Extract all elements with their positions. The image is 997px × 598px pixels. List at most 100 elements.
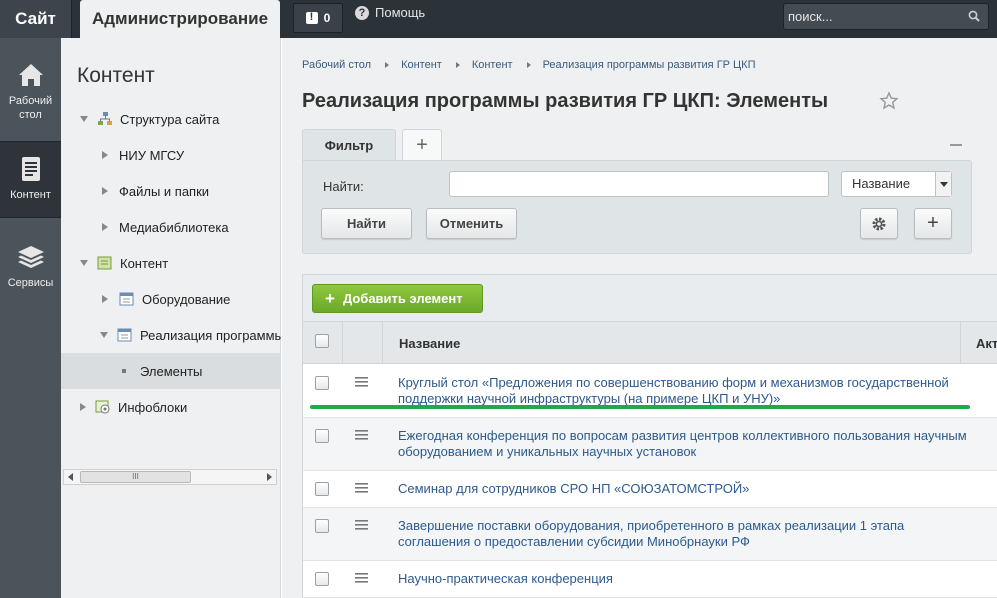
find-button[interactable]: Найти <box>321 208 412 239</box>
element-link[interactable]: Завершение поставки оборудования, приобр… <box>398 518 978 550</box>
find-input[interactable] <box>449 171 829 197</box>
table-row: Завершение поставки оборудования, приобр… <box>303 508 997 561</box>
breadcrumb-item-desktop[interactable]: Рабочий стол <box>302 59 371 71</box>
add-filter-tab-button[interactable]: + <box>402 129 442 160</box>
row-menu-icon[interactable] <box>355 573 368 583</box>
rail-item-services[interactable]: Сервисы <box>0 242 61 290</box>
scroll-left-icon[interactable] <box>68 473 73 481</box>
tree-item-media-library[interactable]: Медиабиблиотека <box>61 209 281 245</box>
element-link[interactable]: Научно-практическая конференция <box>398 571 978 587</box>
element-link[interactable]: Ежегодная конференция по вопросам развит… <box>398 428 978 460</box>
top-bar: Сайт Администрирование 0 ? Помощь <box>0 0 997 38</box>
star-icon[interactable] <box>879 91 899 111</box>
layers-icon <box>17 246 44 268</box>
notifications-button[interactable]: 0 <box>293 3 343 33</box>
sidebar: Контент Структура сайта НИУ МГСУ Файлы и… <box>61 38 281 598</box>
breadcrumb-separator-icon <box>385 62 390 68</box>
tree-label: Контент <box>120 255 169 271</box>
tree-item-program[interactable]: Реализация программы <box>61 317 281 353</box>
breadcrumb-item-content[interactable]: Контент <box>401 59 442 71</box>
row-checkbox[interactable] <box>315 572 329 586</box>
chevron-down-icon[interactable] <box>935 172 951 196</box>
collapse-arrow-icon[interactable] <box>102 151 108 159</box>
rail-label-content: Контент <box>10 189 51 201</box>
tree-item-infoblocks[interactable]: Инфоблоки <box>61 389 281 425</box>
expand-arrow-icon[interactable] <box>100 332 108 338</box>
element-link[interactable]: Круглый стол «Предложения по совершенств… <box>398 375 978 407</box>
row-menu-icon[interactable] <box>355 430 368 440</box>
filter-settings-button[interactable] <box>860 208 898 239</box>
search-input[interactable] <box>788 7 958 26</box>
page-title: Реализация программы развития ГР ЦКП: Эл… <box>302 90 829 112</box>
column-header-name[interactable]: Название <box>399 336 460 351</box>
structure-icon <box>98 112 112 125</box>
search-box <box>783 3 989 30</box>
collapse-arrow-icon[interactable] <box>102 223 108 231</box>
tree-label: Медиабиблиотека <box>119 219 229 235</box>
breadcrumb-separator-icon <box>455 62 460 68</box>
row-checkbox[interactable] <box>315 482 329 496</box>
rail-label-desktop-2: стол <box>19 109 42 121</box>
gear-icon <box>872 217 886 230</box>
add-element-button[interactable]: + Добавить элемент <box>312 284 483 313</box>
row-checkbox[interactable] <box>315 376 329 390</box>
field-select[interactable]: Название <box>841 171 952 197</box>
scrollbar-thumb[interactable]: III <box>80 471 191 483</box>
collapse-arrow-icon[interactable] <box>102 187 108 195</box>
search-icon[interactable] <box>968 10 980 22</box>
tree-label: Оборудование <box>142 291 231 307</box>
help-label: Помощь <box>375 5 426 20</box>
row-menu-icon[interactable] <box>355 483 368 493</box>
collapse-arrow-icon[interactable] <box>102 295 108 303</box>
row-menu-icon[interactable] <box>355 520 368 530</box>
home-icon <box>18 64 43 86</box>
rail-item-desktop[interactable]: Рабочий стол <box>0 60 61 122</box>
add-filter-button[interactable]: + <box>914 208 952 239</box>
tree-item-files[interactable]: Файлы и папки <box>61 173 281 209</box>
minimize-filter-icon[interactable] <box>950 144 962 146</box>
sidebar-scrollbar[interactable]: III <box>63 469 277 485</box>
tab-site[interactable]: Сайт <box>0 0 72 38</box>
tab-administration[interactable]: Администрирование <box>80 0 280 38</box>
breadcrumb-item-content-2[interactable]: Контент <box>472 59 513 71</box>
main-content: Рабочий стол Контент Контент Реализация … <box>282 38 997 598</box>
expand-arrow-icon[interactable] <box>80 260 88 266</box>
column-divider <box>960 322 961 364</box>
row-menu-icon[interactable] <box>355 377 368 387</box>
tree-item-elements[interactable]: Элементы <box>61 353 281 389</box>
tree-item-equipment[interactable]: Оборудование <box>61 281 281 317</box>
help-link[interactable]: ? Помощь <box>355 5 425 20</box>
tree-item-site-structure[interactable]: Структура сайта <box>61 101 281 137</box>
row-checkbox[interactable] <box>315 429 329 443</box>
document-icon <box>21 157 40 181</box>
breadcrumb-item-program[interactable]: Реализация программы развития ГР ЦКП <box>543 59 756 71</box>
collapse-arrow-icon[interactable] <box>80 403 86 411</box>
rail-label-services: Сервисы <box>7 277 54 289</box>
tab-filter[interactable]: Фильтр <box>302 129 396 161</box>
highlight-underline <box>310 405 970 409</box>
tree-label: НИУ МГСУ <box>119 147 185 163</box>
column-header-active[interactable]: Акт <box>976 336 997 351</box>
table-row: Ежегодная конференция по вопросам развит… <box>303 418 997 471</box>
tree-item-niu-mgsu[interactable]: НИУ МГСУ <box>61 137 281 173</box>
find-label: Найти: <box>323 179 364 194</box>
tree-item-content[interactable]: Контент <box>61 245 281 281</box>
cancel-button[interactable]: Отменить <box>426 208 517 239</box>
table-row: Научно-практическая конференция <box>303 561 997 598</box>
breadcrumb: Рабочий стол Контент Контент Реализация … <box>302 59 756 71</box>
tree-label: Элементы <box>140 363 203 379</box>
expand-arrow-icon[interactable] <box>80 116 88 122</box>
iblock-icon <box>119 292 134 306</box>
tree-label: Файлы и папки <box>119 183 210 199</box>
plus-icon: + <box>325 289 335 308</box>
scroll-right-icon[interactable] <box>267 473 272 481</box>
rail-label-desktop-1: Рабочий <box>8 95 53 107</box>
left-rail: Рабочий стол Контент Сервисы <box>0 38 61 598</box>
select-all-checkbox[interactable] <box>315 334 329 348</box>
rail-item-content[interactable]: Контент <box>0 141 61 218</box>
help-icon: ? <box>355 5 369 20</box>
infoblocks-icon <box>95 400 110 414</box>
table-toolbar: + Добавить элемент <box>303 275 997 322</box>
row-checkbox[interactable] <box>315 519 329 533</box>
element-link[interactable]: Семинар для сотрудников СРО НП «СОЮЗАТОМ… <box>398 481 978 497</box>
